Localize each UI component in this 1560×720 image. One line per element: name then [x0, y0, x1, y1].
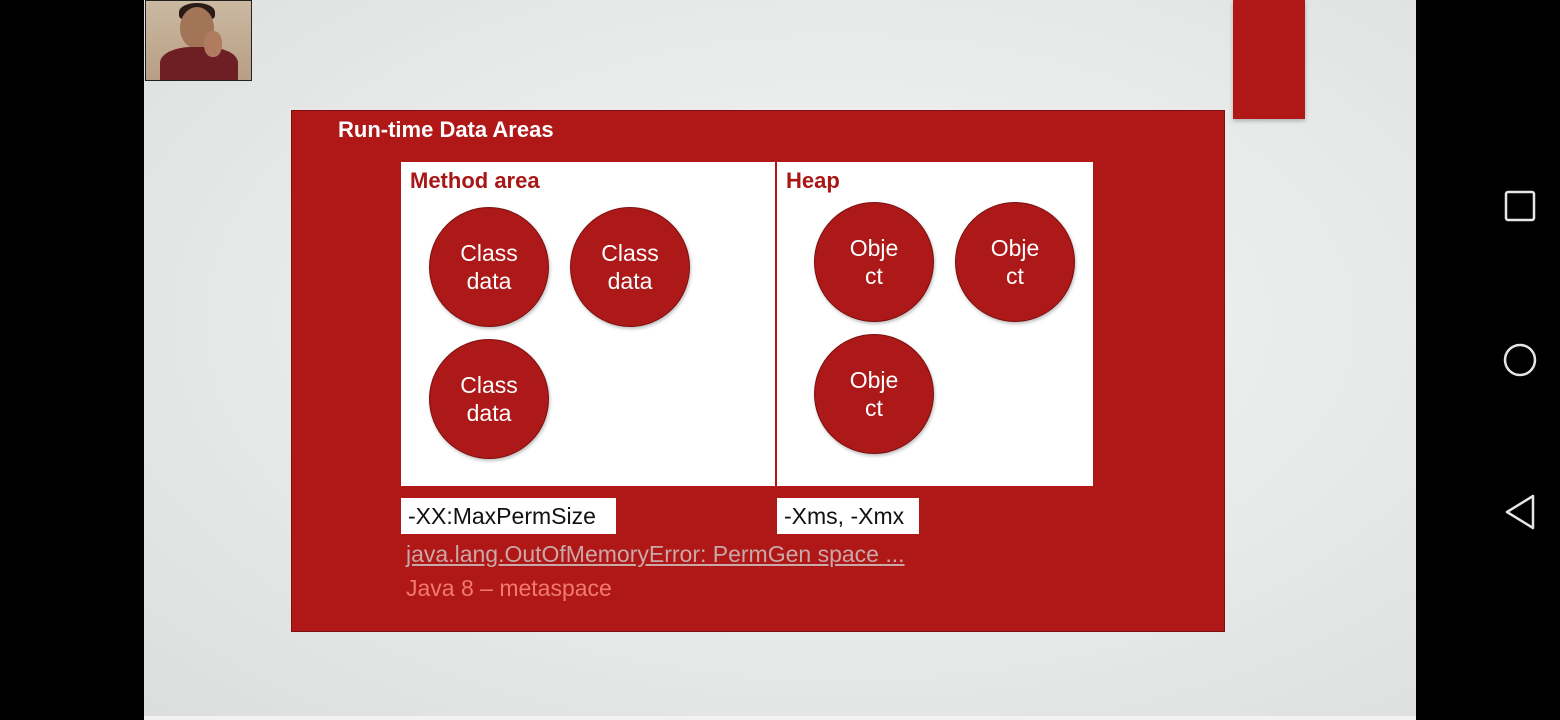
- recent-apps-icon[interactable]: [1490, 176, 1550, 236]
- class-data-circle: Class data: [429, 207, 549, 327]
- method-area-title: Method area: [410, 168, 540, 193]
- panel-title: Run-time Data Areas: [338, 117, 554, 142]
- heap-box: Heap Obje ct Obje ct Obje ct: [777, 162, 1093, 486]
- class-data-circle: Class data: [570, 207, 690, 327]
- decorative-red-bar: [1233, 0, 1305, 119]
- webcam-thumbnail[interactable]: [145, 0, 252, 81]
- presenter-hand: [204, 31, 222, 57]
- runtime-data-areas-panel: Run-time Data Areas Method area Class da…: [291, 110, 1225, 632]
- object-circle: Obje ct: [955, 202, 1075, 322]
- object-circle: Obje ct: [814, 334, 934, 454]
- heap-title: Heap: [786, 168, 840, 193]
- presenter-body: [160, 47, 238, 80]
- heap-size-flag: -Xms, -Xmx: [777, 498, 919, 534]
- max-perm-size-flag: -XX:MaxPermSize: [401, 498, 616, 534]
- object-circle: Obje ct: [814, 202, 934, 322]
- slide-bottom-edge: [144, 716, 1416, 720]
- java8-metaspace-note: Java 8 – metaspace: [406, 575, 612, 601]
- permgen-error-link[interactable]: java.lang.OutOfMemoryError: PermGen spac…: [406, 541, 905, 568]
- method-area-box: Method area Class data Class data Class …: [401, 162, 775, 486]
- back-icon[interactable]: [1490, 482, 1550, 542]
- home-icon[interactable]: [1490, 330, 1550, 390]
- class-data-circle: Class data: [429, 339, 549, 459]
